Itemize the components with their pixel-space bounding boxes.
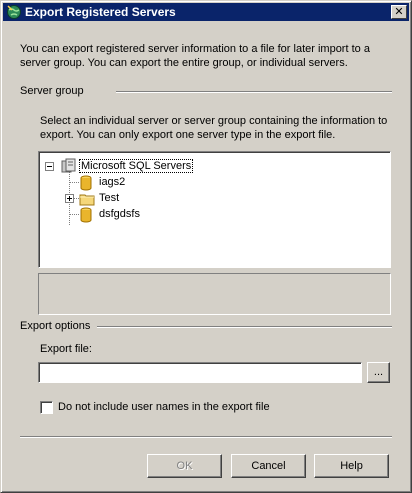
selection-details-box — [38, 273, 391, 315]
export-registered-servers-dialog: Export Registered Servers ✕ You can expo… — [0, 0, 412, 493]
server-group-hint: Select an individual server or server gr… — [40, 115, 388, 141]
browse-button-label: ... — [373, 366, 384, 378]
server-group-divider — [116, 91, 392, 93]
export-file-label: Export file: — [40, 343, 92, 355]
ok-button-label: OK — [176, 460, 193, 472]
tree-connector — [69, 214, 79, 215]
globe-icon — [7, 5, 21, 19]
collapse-toggle[interactable] — [45, 162, 54, 171]
server-group-label: Server group — [20, 85, 84, 97]
intro-text: You can export registered server informa… — [20, 43, 370, 69]
ok-button[interactable]: OK — [147, 454, 222, 478]
folder-icon — [79, 194, 95, 206]
server-group-icon — [61, 158, 76, 173]
exclude-usernames-label[interactable]: Do not include user names in the export … — [58, 401, 270, 413]
bottom-divider — [20, 436, 392, 438]
title-bar[interactable]: Export Registered Servers ✕ — [3, 3, 409, 21]
tree-node-server[interactable]: dsfgdsfs — [99, 208, 140, 220]
exclude-usernames-checkbox[interactable] — [40, 401, 53, 414]
close-button[interactable]: ✕ — [391, 5, 407, 19]
dialog-title: Export Registered Servers — [25, 5, 176, 19]
close-icon: ✕ — [394, 6, 404, 18]
export-options-divider — [97, 326, 392, 328]
tree-node-server[interactable]: iags2 — [99, 176, 125, 188]
export-options-label: Export options — [20, 320, 91, 332]
expand-toggle[interactable] — [65, 194, 74, 203]
cancel-button[interactable]: Cancel — [231, 454, 306, 478]
database-server-icon — [80, 175, 92, 191]
help-button-label: Help — [340, 460, 363, 472]
server-tree[interactable]: Microsoft SQL Servers iags2 Test dsfgdsf… — [38, 151, 391, 268]
export-file-input[interactable] — [38, 362, 362, 383]
cancel-button-label: Cancel — [251, 460, 286, 472]
database-server-icon — [80, 207, 92, 223]
browse-button[interactable]: ... — [367, 362, 390, 383]
tree-node-group[interactable]: Test — [99, 192, 119, 204]
tree-node-root[interactable]: Microsoft SQL Servers — [79, 159, 194, 173]
help-button[interactable]: Help — [314, 454, 389, 478]
tree-connector — [69, 182, 79, 183]
